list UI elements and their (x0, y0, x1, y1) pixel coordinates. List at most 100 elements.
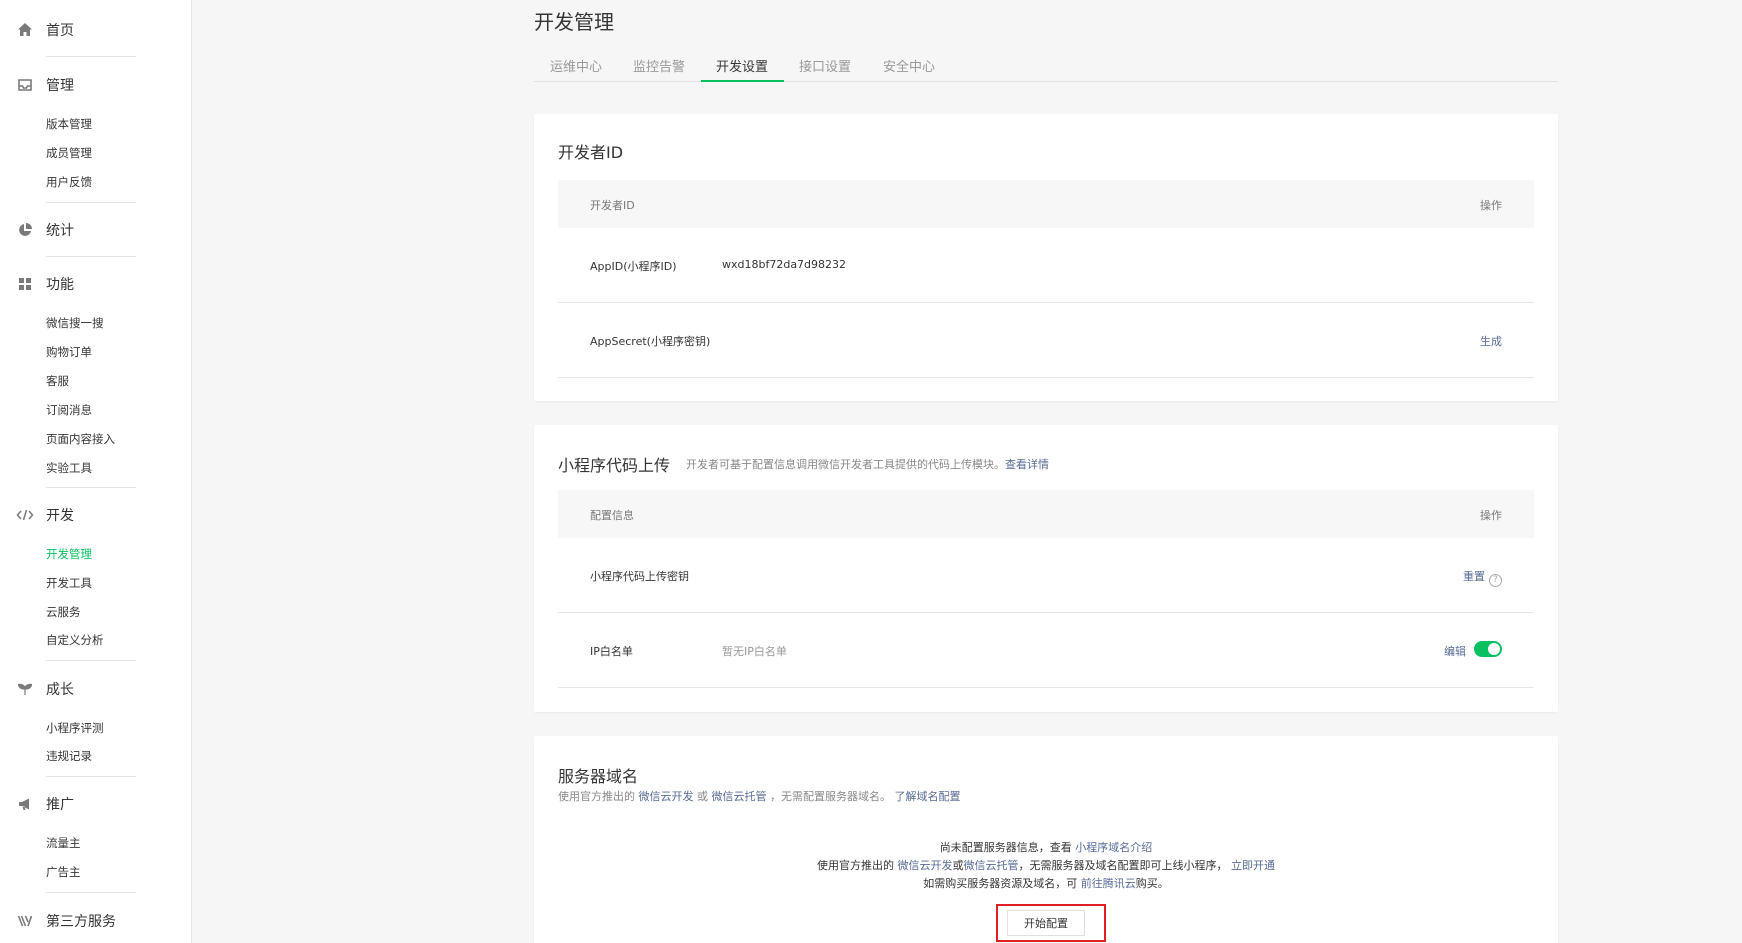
sidebar-item-third-party[interactable]: 第三方服务 (0, 909, 191, 933)
sidebar: 首页 管理 版本管理 成员管理 用户反馈 统计 功能 微信搜一搜 购物订单 客服… (0, 0, 192, 943)
home-icon (16, 21, 34, 39)
card-description: 开发者可基于配置信息调用微信开发者工具提供的代码上传模块。查看详情 (686, 456, 1049, 472)
sidebar-label-promo: 推广 (46, 797, 74, 813)
table-header: 开发者ID 操作 (558, 180, 1534, 228)
column-header-operation: 操作 (1480, 509, 1502, 522)
sidebar-subitem-content[interactable]: 页面内容接入 (46, 431, 115, 447)
card-title: 小程序代码上传 (558, 456, 671, 475)
divider (46, 256, 136, 257)
row-label: IP白名单 (590, 645, 633, 658)
sidebar-label-third-party: 第三方服务 (46, 914, 116, 930)
sidebar-label-manage: 管理 (46, 78, 74, 94)
developer-id-card: 开发者ID 开发者ID 操作 AppID(小程序ID) wxd18bf72da7… (534, 114, 1558, 401)
appid-value: wxd18bf72da7d98232 (722, 258, 847, 271)
sidebar-subitem-advertiser[interactable]: 广告主 (46, 864, 81, 880)
sidebar-subitem-lab[interactable]: 实验工具 (46, 460, 92, 476)
tencent-cloud-link[interactable]: 前往腾讯云 (1081, 877, 1136, 890)
card-title: 服务器域名 (558, 767, 639, 786)
sidebar-subitem-dev-manage[interactable]: 开发管理 (46, 546, 92, 562)
generate-link[interactable]: 生成 (1480, 333, 1502, 349)
column-header-operation: 操作 (1480, 199, 1502, 212)
sidebar-subitem-dev-tools[interactable]: 开发工具 (46, 575, 92, 591)
tab-dev-settings[interactable]: 开发设置 (716, 56, 768, 75)
row-label: 小程序代码上传密钥 (590, 570, 689, 583)
divider (46, 487, 136, 488)
sidebar-item-stats[interactable]: 统计 (0, 218, 191, 242)
empty-state-message: 尚未配置服务器信息，查看 小程序域名介绍 使用官方推出的 微信云开发或微信云托管… (534, 839, 1558, 893)
domain-intro-link[interactable]: 小程序域名介绍 (1075, 841, 1152, 854)
sidebar-item-growth[interactable]: 成长 (0, 677, 191, 701)
sidebar-item-dev[interactable]: 开发 (0, 503, 191, 527)
tab-api-settings[interactable]: 接口设置 (799, 56, 851, 75)
pie-chart-icon (16, 221, 34, 239)
page-title: 开发管理 (534, 10, 614, 34)
sidebar-subitem-orders[interactable]: 购物订单 (46, 344, 92, 360)
row-label: AppSecret(小程序密钥) (590, 335, 711, 348)
message-text: 使用官方推出的 (817, 859, 894, 872)
description-text: 使用官方推出的 (558, 790, 635, 803)
tab-security[interactable]: 安全中心 (883, 56, 935, 75)
sidebar-subitem-evaluation[interactable]: 小程序评测 (46, 720, 104, 736)
cloud-hosting-link[interactable]: 微信云托管 (964, 859, 1019, 872)
cloud-hosting-link[interactable]: 微信云托管 (712, 790, 767, 803)
description-text: 或 (697, 790, 708, 803)
sidebar-label-growth: 成长 (46, 682, 74, 698)
start-config-button[interactable]: 开始配置 (1007, 910, 1085, 936)
sidebar-label-features: 功能 (46, 277, 74, 293)
edit-link[interactable]: 编辑 (1444, 643, 1466, 659)
sidebar-label-dev: 开发 (46, 508, 74, 524)
sidebar-subitem-search[interactable]: 微信搜一搜 (46, 315, 104, 331)
sidebar-item-home[interactable]: 首页 (0, 18, 191, 42)
sidebar-label-home: 首页 (46, 23, 74, 39)
sidebar-subitem-violations[interactable]: 违规记录 (46, 748, 92, 764)
column-header: 开发者ID (590, 199, 635, 212)
empty-state-line: 尚未配置服务器信息，查看 小程序域名介绍 (534, 839, 1558, 857)
cloud-dev-link[interactable]: 微信云开发 (639, 790, 694, 803)
sidebar-subitem-traffic[interactable]: 流量主 (46, 835, 81, 851)
megaphone-icon (16, 795, 34, 813)
empty-state-line: 使用官方推出的 微信云开发或微信云托管，无需服务器及域名配置即可上线小程序， 立… (534, 857, 1558, 875)
server-domain-card: 服务器域名 使用官方推出的 微信云开发 或 微信云托管 ，无需配置服务器域名。 … (534, 736, 1558, 943)
view-details-link[interactable]: 查看详情 (1005, 458, 1049, 471)
learn-domain-config-link[interactable]: 了解域名配置 (895, 790, 961, 803)
message-text: 或 (952, 859, 964, 872)
message-text: 如需购买服务器资源及域名，可 (923, 877, 1078, 890)
sidebar-subitem-members[interactable]: 成员管理 (46, 145, 92, 161)
tab-ops[interactable]: 运维中心 (550, 56, 602, 75)
card-description: 使用官方推出的 微信云开发 或 微信云托管 ，无需配置服务器域名。 了解域名配置 (558, 788, 961, 804)
sidebar-item-promo[interactable]: 推广 (0, 792, 191, 816)
reset-link[interactable]: 重置 (1463, 570, 1485, 583)
divider (46, 660, 136, 661)
table-row-appsecret: AppSecret(小程序密钥) 生成 (558, 303, 1534, 378)
sidebar-item-manage[interactable]: 管理 (0, 73, 191, 97)
description-text: 开发者可基于配置信息调用微信开发者工具提供的代码上传模块。 (686, 458, 1005, 471)
divider (46, 892, 136, 893)
inbox-icon (16, 76, 34, 94)
sidebar-subitem-subscribe[interactable]: 订阅消息 (46, 402, 92, 418)
sidebar-subitem-cloud[interactable]: 云服务 (46, 604, 81, 620)
reset-action: 重置? (1463, 568, 1502, 587)
sidebar-subitem-service[interactable]: 客服 (46, 373, 69, 389)
tab-monitor[interactable]: 监控告警 (633, 56, 685, 75)
table-row-upload-key: 小程序代码上传密钥 重置? (558, 538, 1534, 613)
sidebar-subitem-feedback[interactable]: 用户反馈 (46, 174, 92, 190)
sprout-icon (16, 680, 34, 698)
row-label: AppID(小程序ID) (590, 260, 677, 273)
sidebar-subitem-analysis[interactable]: 自定义分析 (46, 632, 104, 648)
sidebar-label-stats: 统计 (46, 223, 74, 239)
help-icon[interactable]: ? (1489, 574, 1502, 587)
tab-bar: 运维中心 监控告警 开发设置 接口设置 安全中心 (534, 52, 1558, 82)
table-header: 配置信息 操作 (558, 490, 1534, 538)
column-header: 配置信息 (590, 509, 634, 522)
ip-whitelist-value: 暂无IP白名单 (722, 645, 787, 658)
sidebar-item-features[interactable]: 功能 (0, 272, 191, 296)
third-party-icon (16, 912, 34, 930)
table-row-appid: AppID(小程序ID) wxd18bf72da7d98232 (558, 228, 1534, 303)
activate-now-link[interactable]: 立即开通 (1231, 859, 1275, 872)
sidebar-subitem-version[interactable]: 版本管理 (46, 116, 92, 132)
description-text: ，无需配置服务器域名。 (770, 790, 891, 803)
ip-whitelist-toggle[interactable] (1474, 641, 1502, 657)
code-icon (16, 506, 34, 524)
empty-state-line: 如需购买服务器资源及域名，可 前往腾讯云购买。 (534, 875, 1558, 893)
cloud-dev-link[interactable]: 微信云开发 (898, 859, 953, 872)
